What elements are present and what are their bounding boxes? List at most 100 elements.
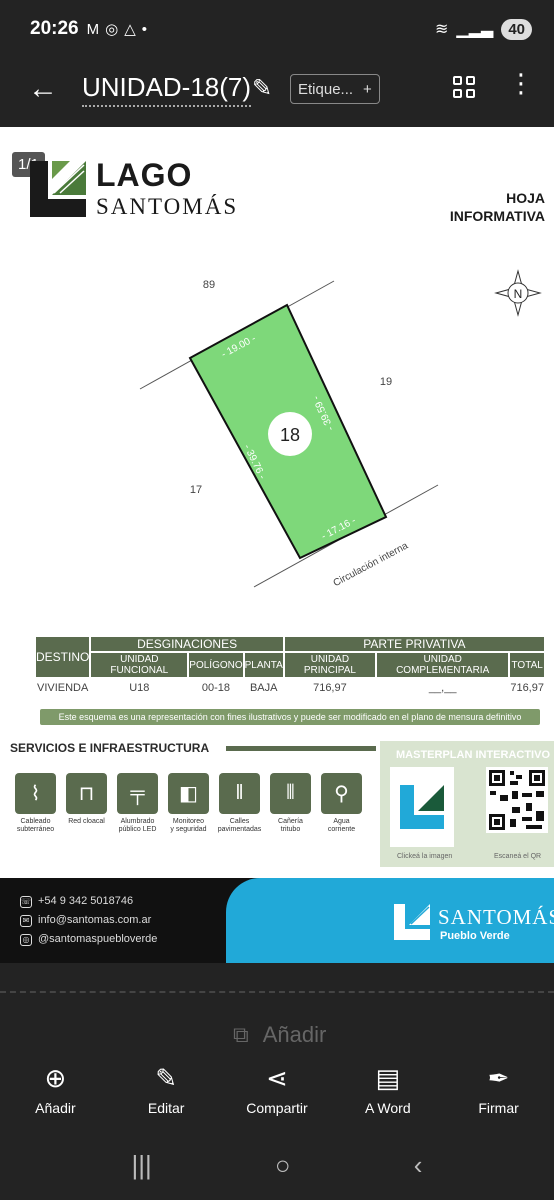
cell-poligono: 00-18 xyxy=(201,682,231,694)
service-label-2: tritubo xyxy=(280,826,301,833)
add-button-label: Añadir xyxy=(35,1100,76,1116)
share-button[interactable]: ⋖ Compartir xyxy=(225,1062,329,1122)
north-compass-icon: N xyxy=(494,269,542,317)
contact-phone[interactable]: +54 9 342 5018746 xyxy=(38,892,133,911)
service-label: Cañería xyxy=(278,818,303,825)
masterplan-qr-caption: Escaneá el QR xyxy=(494,853,542,860)
neighbor-top: 89 xyxy=(203,279,215,291)
neighbor-left: 17 xyxy=(190,484,202,496)
contact-email[interactable]: info@santomas.com.ar xyxy=(38,911,151,930)
sewer-pipe-icon: ⊓ xyxy=(66,773,107,814)
subheader-planta: PLANTA xyxy=(244,653,283,677)
underground-cable-icon: ⌇ xyxy=(15,773,56,814)
share-icon: ⋖ xyxy=(266,1063,288,1093)
service-label: Agua xyxy=(333,818,350,825)
add-page-hint[interactable]: ⧉ Añadir xyxy=(233,1022,326,1048)
add-page-hint-label: Añadir xyxy=(262,1022,327,1047)
info-sheet-line2: INFORMATIVA xyxy=(449,208,545,224)
service-label: Red cloacal xyxy=(68,818,105,825)
subheader-unidad-principal: UNIDAD PRINCIPAL xyxy=(284,653,376,677)
back-arrow-icon[interactable]: ← xyxy=(28,74,58,104)
signal-icon: ▁▂▃ xyxy=(456,21,494,38)
status-notification-icons: M ◎ △ • xyxy=(87,20,148,39)
masterplan-image-button[interactable] xyxy=(390,767,454,847)
home-icon[interactable]: ○ xyxy=(275,1150,291,1181)
footer-brand-name: SANTOMÁS xyxy=(438,905,554,929)
service-label: Calles xyxy=(229,818,250,825)
add-camera-icon: ⊕ xyxy=(44,1063,67,1093)
cell-unidad-funcional: U18 xyxy=(129,682,150,694)
contact-instagram[interactable]: @santomaspuebloverde xyxy=(38,930,157,949)
water-tap-icon: ⚲ xyxy=(321,773,362,814)
lot-number: 18 xyxy=(280,425,300,445)
footer-brand-sub: Pueblo Verde xyxy=(440,930,510,942)
brand-name-line1: LAGO xyxy=(96,157,193,193)
header-parte-privativa: PARTE PRIVATIVA xyxy=(284,637,544,651)
document-title[interactable]: UNIDAD-18(7) xyxy=(82,72,252,107)
service-label-2: subterráneo xyxy=(16,826,55,833)
santomas-footer-logo-icon xyxy=(394,904,430,940)
services-title-rule xyxy=(226,746,376,751)
service-label-2: pavimentadas xyxy=(217,826,262,833)
rename-pencil-icon[interactable]: ✎ xyxy=(252,74,272,103)
wifi-icon: ≋ xyxy=(434,21,449,38)
street-label: Circulación interna xyxy=(332,540,411,589)
bottom-toolbar: ⊕ Añadir ✎ Editar ⋖ Compartir ▤ A Word ✒… xyxy=(0,1062,554,1122)
signature-pen-icon: ✒ xyxy=(487,1063,510,1093)
service-label-2: y seguridad xyxy=(170,826,207,833)
cell-planta: BAJA xyxy=(249,682,278,694)
santomas-logo-icon xyxy=(400,785,444,829)
street-light-icon: ╤ xyxy=(117,773,158,814)
subheader-unidad-complementaria: UNIDAD COMPLEMENTARIA xyxy=(377,653,509,677)
service-item: ⊓ Red cloacal xyxy=(61,773,112,834)
masterplan-image-caption: Clickeá la imagen xyxy=(397,853,453,860)
edit-button-label: Editar xyxy=(147,1100,185,1116)
more-options-icon[interactable]: ⋮ xyxy=(508,70,534,96)
sign-button[interactable]: ✒ Firmar xyxy=(447,1062,551,1122)
service-item: ╤ Alumbrado público LED xyxy=(112,773,163,834)
info-sheet-line1: HOJA xyxy=(506,190,545,206)
north-label: N xyxy=(514,287,523,301)
add-photo-icon: ⧉ xyxy=(233,1022,249,1047)
security-camera-icon: ◧ xyxy=(168,773,209,814)
status-time: 20:26 xyxy=(30,18,79,39)
more-notifications-dot-icon: • xyxy=(141,20,148,38)
service-label: Cableado xyxy=(20,818,51,825)
lago-santomas-logo-icon xyxy=(30,161,86,217)
cell-complementaria: __,__ xyxy=(428,682,457,694)
service-item: ‖ Calles pavimentadas xyxy=(214,773,265,834)
whatsapp-icon: ☏ xyxy=(20,895,32,908)
services-list: ⌇ Cableado subterráneo ⊓ Red cloacal ╤ Al… xyxy=(10,773,367,834)
edit-button[interactable]: ✎ Editar xyxy=(114,1062,218,1122)
page-divider xyxy=(0,991,554,993)
table-row: VIVIENDA U18 00-18 BAJA 716,97 __,__ 716… xyxy=(36,679,544,694)
instagram-icon: ◎ xyxy=(20,933,32,946)
back-nav-icon[interactable]: ‹ xyxy=(414,1150,423,1181)
service-item: ⫴ Cañería tritubo xyxy=(265,773,316,834)
email-icon: ✉ xyxy=(20,914,32,927)
cell-total: 716,97 xyxy=(510,682,544,694)
document-footer: ☏ +54 9 342 5018746 ✉ info@santomas.com.ar… xyxy=(0,878,554,963)
edit-icon: ✎ xyxy=(155,1063,178,1093)
instagram-icon: ◎ xyxy=(105,21,119,38)
to-word-button[interactable]: ▤ A Word xyxy=(336,1062,440,1122)
header-destino: DESTINO xyxy=(36,637,90,677)
to-word-button-label: A Word xyxy=(364,1100,411,1116)
masterplan-title: MASTERPLAN INTERACTIVO xyxy=(396,749,550,761)
recent-apps-icon[interactable]: ||| xyxy=(132,1150,152,1181)
tag-chip-button[interactable]: Etique... + xyxy=(290,74,380,104)
service-item: ⌇ Cableado subterráneo xyxy=(10,773,61,834)
subheader-total: TOTAL xyxy=(510,653,544,677)
contact-list: ☏ +54 9 342 5018746 ✉ info@santomas.com.ar… xyxy=(20,892,157,949)
subheader-unidad-funcional: UNIDAD FUNCIONAL xyxy=(91,653,188,677)
document-page[interactable]: 1/1 LAGO SANTOMÁS HOJA INFORMATIVA 18 89… xyxy=(0,127,554,963)
app-bar: ← UNIDAD-18(7) ✎ Etique... + ⋮ xyxy=(0,58,554,126)
grid-view-icon[interactable] xyxy=(453,76,475,98)
service-label-2: público LED xyxy=(118,826,157,833)
add-button[interactable]: ⊕ Añadir xyxy=(3,1062,107,1122)
neighbor-right: 19 xyxy=(380,376,392,388)
qr-code-icon[interactable] xyxy=(486,767,548,833)
service-label-2: corriente xyxy=(327,826,356,833)
service-item: ◧ Monitoreo y seguridad xyxy=(163,773,214,834)
parcel-table: DESTINO DESGINACIONES PARTE PRIVATIVA UN… xyxy=(34,635,546,696)
